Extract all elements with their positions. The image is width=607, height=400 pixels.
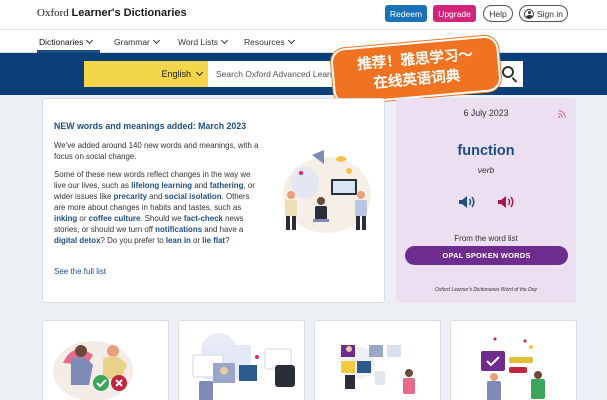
nav-dictionaries[interactable]: Dictionaries — [39, 36, 94, 47]
opal-spoken-words-button[interactable]: OPAL SPOKEN WORDS — [405, 246, 568, 265]
news-body-text: and — [192, 181, 210, 190]
wotd-word[interactable]: function — [396, 143, 576, 159]
new-word-link[interactable]: lean in — [166, 236, 191, 245]
video-screens-illustration — [192, 333, 295, 400]
news-body-text: . Should we — [140, 214, 184, 223]
chevron-down-icon — [86, 36, 94, 45]
news-body-text: or — [77, 214, 89, 223]
sign-in-button[interactable]: Sign in — [519, 5, 568, 22]
uk-pronunciation-speaker-icon[interactable] — [458, 195, 476, 209]
news-body-text: and have a — [202, 225, 244, 234]
news-body-text: ? — [225, 236, 230, 245]
new-words-illustration — [283, 150, 371, 233]
wotd-from-label: From the word list — [454, 234, 518, 243]
wotd-caption: Oxford Learner's Dictionaries Word of th… — [434, 287, 538, 293]
wotd-part-of-speech: verb — [477, 165, 495, 175]
news-body-text: or — [190, 236, 203, 245]
help-button[interactable]: Help — [483, 5, 513, 22]
chevron-down-icon — [195, 68, 204, 77]
nav-resources[interactable]: Resources — [244, 36, 295, 47]
word-of-the-day-card: 6 July 2023 function verb From the word … — [396, 98, 576, 303]
new-word-link[interactable]: lie flat — [202, 236, 225, 245]
wotd-date: 6 July 2023 — [463, 108, 509, 118]
main-nav: Dictionaries Grammar Word Lists Resource… — [0, 29, 607, 53]
user-icon — [524, 8, 534, 19]
chevron-down-icon — [220, 36, 229, 45]
new-word-link[interactable]: inking — [54, 214, 77, 223]
nav-word-lists-label: Word Lists — [178, 37, 218, 47]
new-word-link[interactable]: notifications — [155, 225, 202, 234]
new-words-card: NEW words and meanings added: March 2023… — [42, 98, 385, 303]
chevron-down-icon — [152, 36, 160, 45]
new-word-link[interactable]: digital detox — [54, 236, 100, 245]
rss-icon[interactable] — [558, 110, 566, 118]
feature-tile-3[interactable] — [314, 320, 441, 400]
top-bar: Oxford Learner's Dictionaries Redeem Upg… — [0, 0, 607, 29]
feature-tile-4[interactable] — [450, 320, 577, 400]
feature-tile-2[interactable] — [178, 320, 305, 400]
nav-word-lists[interactable]: Word Lists — [178, 36, 229, 47]
redeem-button[interactable]: Redeem — [385, 5, 427, 22]
people-check-cross-illustration — [53, 341, 133, 400]
new-word-link[interactable]: fact-check — [184, 214, 223, 223]
new-word-link[interactable]: social isolation — [165, 192, 222, 201]
news-title[interactable]: NEW words and meanings added: March 2023 — [54, 121, 246, 131]
new-word-link[interactable]: lifelong learning — [131, 181, 192, 190]
sign-in-label: Sign in — [537, 8, 563, 19]
new-word-link[interactable]: precarity — [114, 192, 147, 201]
new-word-link[interactable]: fathering — [210, 181, 244, 190]
language-select-value: English — [161, 69, 191, 79]
chevron-down-icon — [287, 36, 295, 45]
logo-title: Learner's Dictionaries — [71, 7, 187, 19]
news-body-text: and — [146, 192, 165, 201]
puzzle-blocks-illustration — [341, 345, 415, 394]
new-word-link[interactable]: coffee culture — [89, 214, 141, 223]
logo-oxford: Oxford — [37, 7, 69, 19]
news-body: Some of these new words reflect changes … — [54, 169, 260, 246]
nav-grammar-label: Grammar — [114, 37, 150, 47]
see-full-list-link[interactable]: See the full list — [54, 267, 106, 276]
dictionary-language-select[interactable]: English — [84, 61, 208, 87]
quiz-people-illustration — [481, 337, 545, 400]
nav-grammar[interactable]: Grammar — [114, 36, 160, 47]
feature-tile-1[interactable] — [42, 320, 169, 400]
us-pronunciation-speaker-icon[interactable] — [497, 195, 515, 209]
site-logo[interactable]: Oxford Learner's Dictionaries — [37, 7, 187, 19]
upgrade-button[interactable]: Upgrade — [433, 5, 476, 22]
news-body-text: ? Do you prefer to — [100, 236, 166, 245]
news-intro: We've added around 140 new words and mea… — [54, 141, 259, 161]
nav-resources-label: Resources — [244, 37, 285, 47]
search-icon[interactable] — [502, 66, 514, 78]
nav-dictionaries-label: Dictionaries — [39, 37, 84, 47]
